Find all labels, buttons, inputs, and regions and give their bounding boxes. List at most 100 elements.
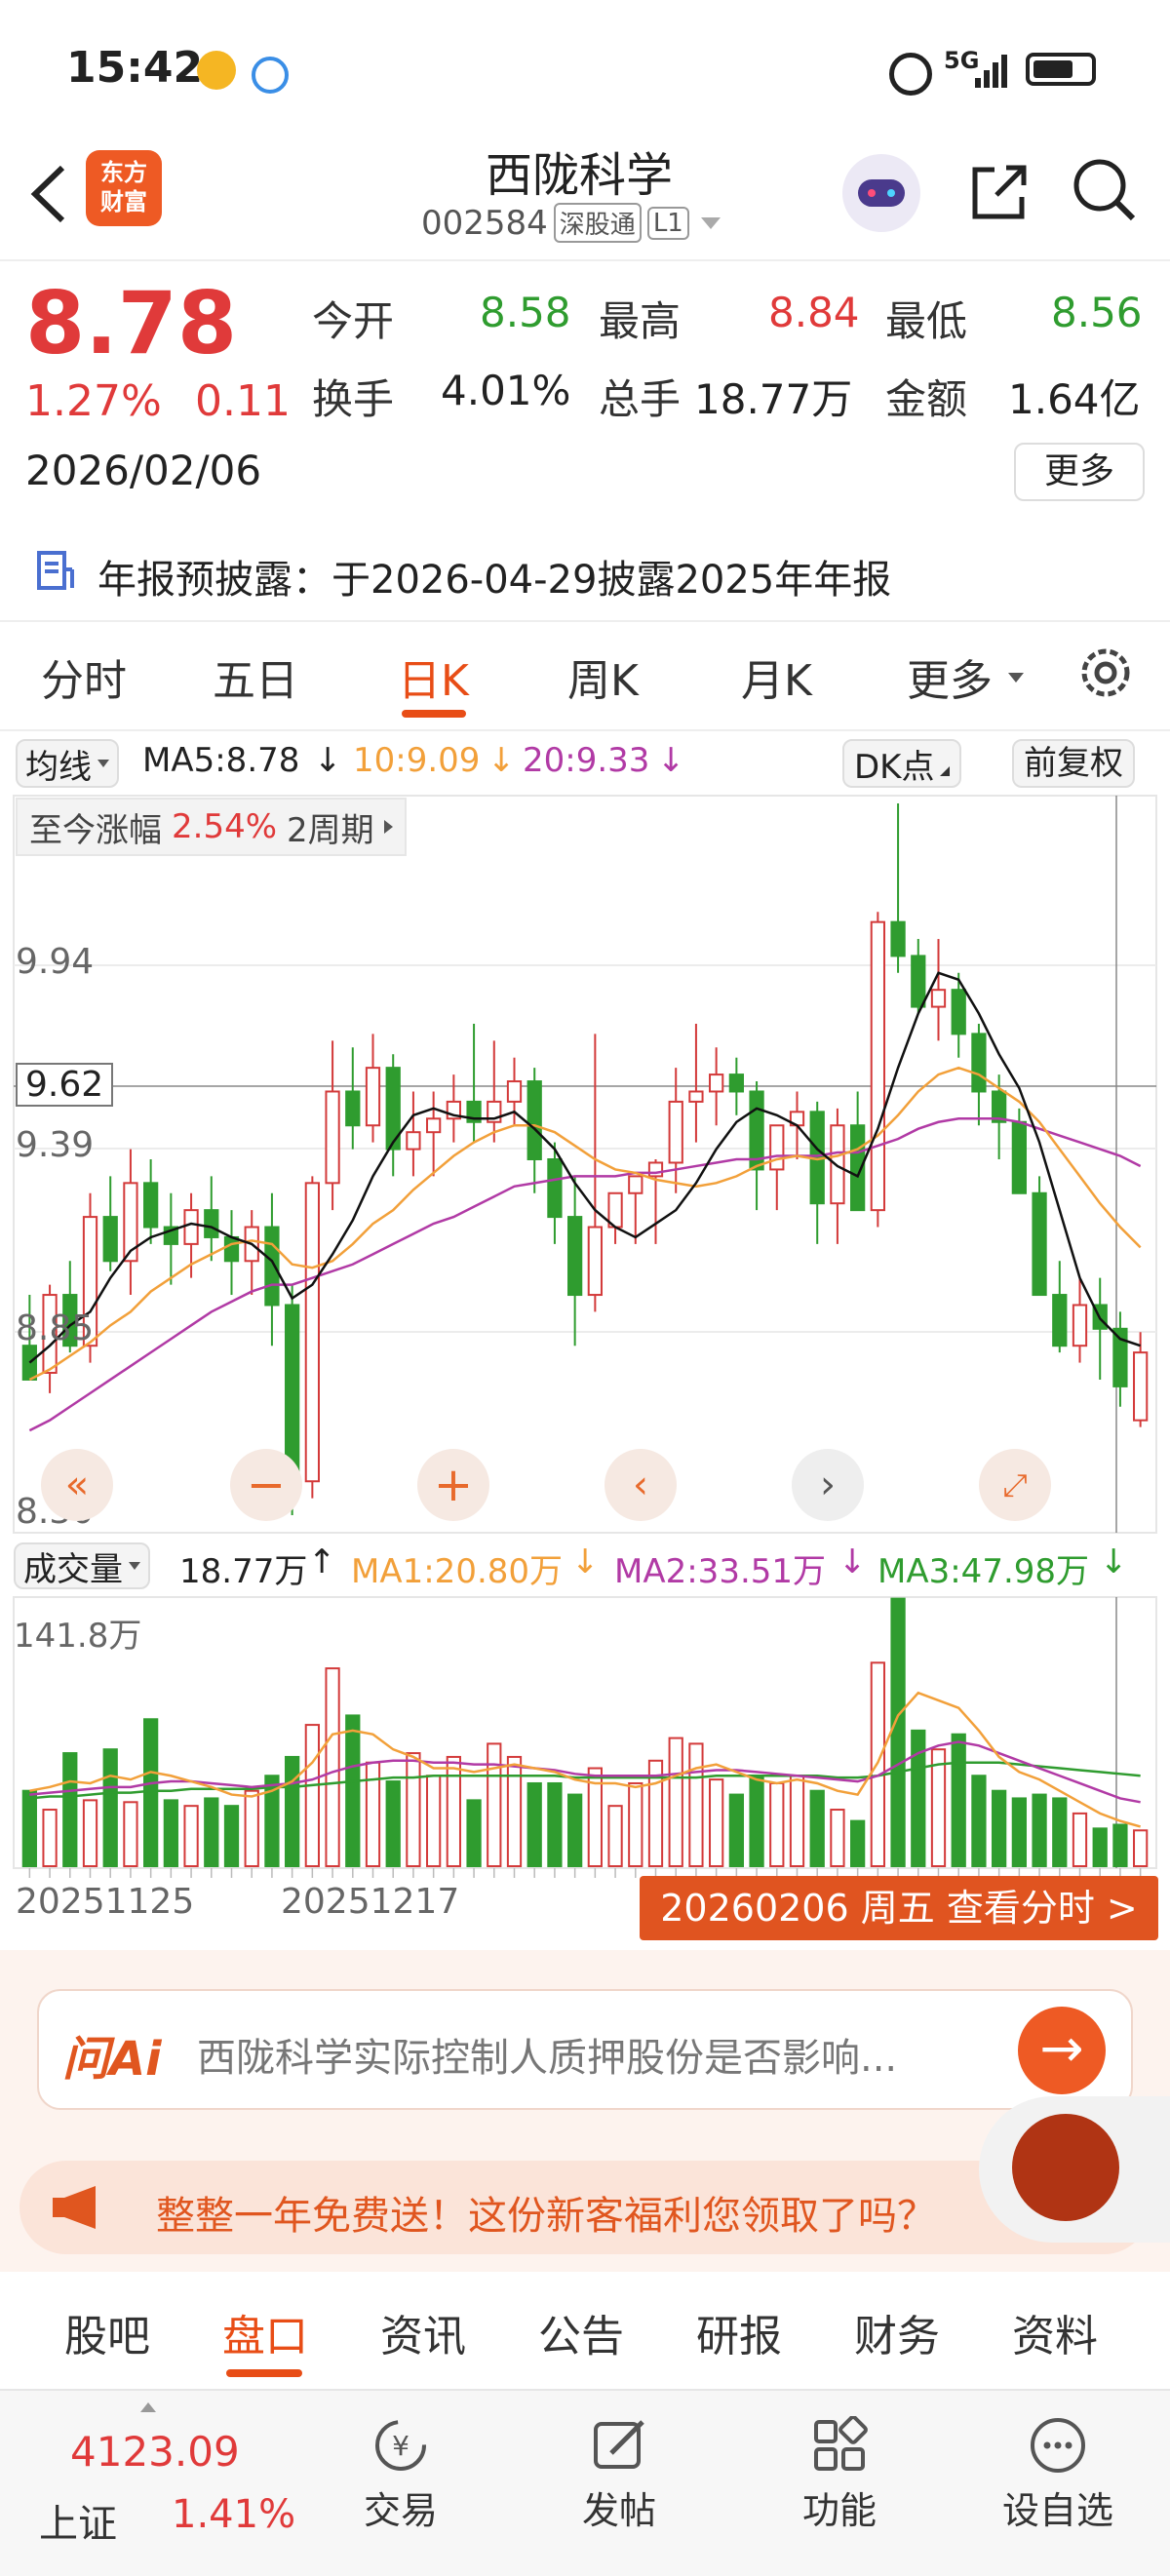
nav-trade[interactable]: ¥ 交易 (318, 2416, 484, 2534)
caret-right-icon (383, 820, 393, 834)
candlestick (688, 1023, 704, 1143)
candle-body (769, 1124, 785, 1171)
volume-bar (82, 1799, 98, 1867)
zoom-out-icon[interactable]: − (230, 1449, 302, 1521)
more-button[interactable]: 更多 (1014, 443, 1145, 501)
adjust-button[interactable]: 前复权 (1012, 739, 1135, 788)
candle-body (204, 1209, 219, 1238)
alarm-icon (889, 53, 932, 96)
avatar-icon (1012, 2114, 1119, 2221)
nav-functions-label: 功能 (801, 2489, 877, 2532)
caret-down-icon[interactable] (700, 216, 721, 229)
dk-point-label: DK点 (854, 747, 935, 787)
robot-icon[interactable] (842, 154, 920, 232)
back-icon[interactable] (23, 160, 72, 228)
candlestick (426, 1091, 442, 1177)
candle-body (930, 989, 947, 1008)
candlestick (446, 1074, 461, 1143)
volume-bar (446, 1755, 461, 1867)
kline-chart[interactable]: 至今涨幅 2.54% 2周期 9.94 9.39 8.85 8.30 9.62 … (0, 794, 1170, 1535)
tab-news[interactable]: 资讯 (380, 2301, 466, 2363)
tab-five-day[interactable]: 五日 (213, 645, 298, 708)
tab-profile[interactable]: 资料 (1012, 2301, 1098, 2363)
chart-tabs: 分时 五日 日K 周K 月K 更多 (0, 622, 1170, 729)
tab-pankou[interactable]: 盘口 (222, 2301, 308, 2363)
assistant-icon (252, 57, 289, 94)
trade-icon: ¥ (371, 2416, 430, 2475)
candlestick (325, 1040, 340, 1211)
ai-ask-bar[interactable]: 问Ai 西陇科学实际控制人质押股份是否影响... → (37, 1989, 1133, 2110)
index-value[interactable]: 4123.09 (70, 2428, 240, 2476)
header: 东方财富 西陇科学 002584 深股通 L1 (0, 137, 1170, 259)
candlestick (1092, 1277, 1108, 1380)
candlestick (1072, 1277, 1088, 1363)
volume-selector-label: 成交量 (23, 1549, 123, 1589)
prev-icon[interactable]: ‹ (604, 1449, 677, 1521)
fullscreen-icon[interactable]: ⤢ (979, 1449, 1051, 1521)
settings-icon[interactable] (1076, 644, 1135, 702)
candle-body (365, 1067, 381, 1127)
jump-start-icon[interactable]: « (41, 1449, 113, 1521)
tab-more[interactable]: 更多 (907, 645, 993, 708)
stock-code-row: 002584 深股通 L1 (421, 203, 721, 243)
view-intraday-button[interactable]: 20260206 周五 查看分时 > (640, 1876, 1158, 1940)
dk-point-button[interactable]: DK点 (842, 739, 962, 788)
range-change-box[interactable]: 至今涨幅 2.54% 2周期 (16, 798, 407, 856)
volume-bar (628, 1781, 644, 1867)
floating-assistant-avatar[interactable] (979, 2096, 1170, 2243)
candle-body (264, 1226, 280, 1307)
ma10-value: 10:9.09 (353, 741, 481, 780)
nav-add-watchlist-label: 设自选 (1001, 2489, 1113, 2532)
volume-bar (1133, 1829, 1149, 1867)
share-icon[interactable] (965, 158, 1034, 226)
candle-body (304, 1182, 320, 1483)
candlestick (143, 1159, 159, 1244)
next-icon[interactable]: › (792, 1449, 864, 1521)
tab-daily-k[interactable]: 日K (398, 645, 469, 708)
volume-up-arrow-icon: ↑ (308, 1542, 336, 1581)
search-icon[interactable] (1071, 156, 1139, 224)
candle-body (506, 1080, 523, 1103)
tab-monthly-k[interactable]: 月K (741, 645, 812, 708)
volume-bar (709, 1778, 724, 1867)
volume-bar (567, 1793, 583, 1867)
candlestick (304, 1176, 320, 1499)
volume-bar (285, 1755, 300, 1867)
tab-weekly-k[interactable]: 周K (567, 645, 639, 708)
nav-add-watchlist[interactable]: 设自选 (975, 2416, 1141, 2534)
level-badge: L1 (646, 206, 689, 240)
notice-row[interactable]: 年报预披露：于2026-04-29披露2025年年报 (0, 530, 1170, 612)
volume-svg (13, 1596, 1157, 1878)
volume-bar (992, 1789, 1007, 1867)
candlestick (345, 1047, 361, 1150)
volume-bar (1032, 1793, 1047, 1867)
stock-code: 002584 (421, 203, 548, 243)
caret-down-icon (129, 1562, 140, 1570)
ma5-line (28, 971, 1142, 1364)
candlestick (1133, 1332, 1149, 1427)
nav-post[interactable]: 发帖 (536, 2416, 702, 2534)
ma-selector[interactable]: 均线 (16, 739, 119, 788)
candle-body (1133, 1351, 1149, 1422)
arrow-right-icon[interactable]: → (1018, 2007, 1106, 2094)
volume-bar (21, 1789, 37, 1867)
zoom-in-icon[interactable]: + (417, 1449, 489, 1521)
tab-intraday[interactable]: 分时 (41, 645, 127, 708)
volume-ma2: MA2:33.51万 (614, 1552, 827, 1591)
volume-bar (223, 1805, 240, 1867)
kline-svg (13, 795, 1157, 1534)
volume-bar (769, 1781, 785, 1867)
volume-selector[interactable]: 成交量 (14, 1542, 150, 1589)
app-logo: 东方财富 (86, 150, 162, 226)
candlestick (830, 1108, 845, 1244)
volume-chart[interactable]: 141.8万 20251125 20251217 (0, 1595, 1170, 1922)
tab-announcements[interactable]: 公告 (538, 2301, 624, 2363)
candle-body (1011, 1120, 1027, 1194)
nav-functions[interactable]: 功能 (757, 2415, 922, 2534)
tab-finance[interactable]: 财务 (854, 2301, 940, 2363)
candle-body (325, 1090, 340, 1185)
tab-research[interactable]: 研报 (696, 2301, 782, 2363)
candle-body (426, 1117, 442, 1134)
candlestick (223, 1210, 240, 1296)
tab-guba[interactable]: 股吧 (64, 2301, 150, 2363)
